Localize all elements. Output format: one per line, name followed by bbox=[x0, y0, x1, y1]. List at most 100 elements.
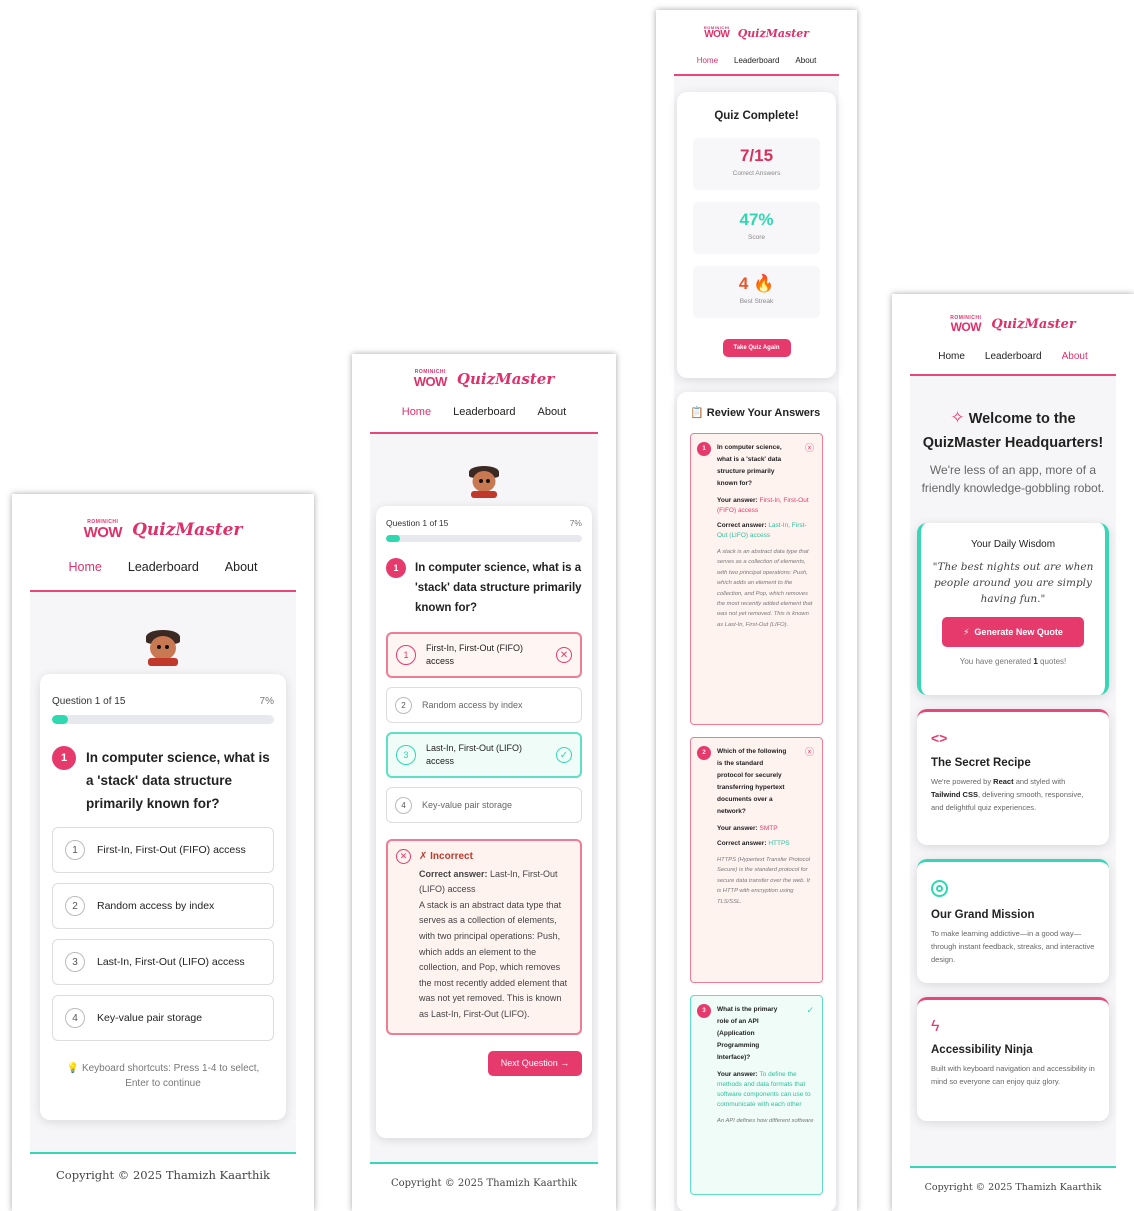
quizmaster-logo: QuizMaster bbox=[991, 317, 1076, 332]
option-4[interactable]: 4 Key-value pair storage bbox=[386, 787, 582, 823]
option-number: 2 bbox=[65, 896, 85, 916]
review-item-2: 2 Which of the following is the standard… bbox=[690, 737, 823, 983]
review-question: Which of the following is the standard p… bbox=[717, 748, 787, 815]
option-number: 3 bbox=[396, 745, 416, 765]
stat-correct-label: Correct Answers bbox=[732, 170, 781, 177]
option-3-correct[interactable]: 3 Last-In, First-Out (LIFO) access ✓ bbox=[386, 732, 582, 778]
quizmaster-logo: QuizMaster bbox=[132, 520, 243, 540]
question-card: Question 1 of 15 7% 1 In computer scienc… bbox=[40, 674, 286, 1120]
main-nav: Home Leaderboard About bbox=[656, 56, 857, 65]
option-text: Last-In, First-Out (LIFO) access bbox=[97, 956, 245, 968]
correct-answer-label: Correct answer: bbox=[717, 840, 767, 847]
footer-copyright: Copyright © 2025 Thamizh Kaarthik bbox=[56, 1168, 270, 1182]
feature-title: Accessibility Ninja bbox=[931, 1044, 1033, 1056]
wrong-x-icon: ⓧ bbox=[804, 443, 814, 453]
feature-text: Built with keyboard navigation and acces… bbox=[931, 1064, 1095, 1086]
brand-header[interactable]: ROMINICHI WOW QuizMaster bbox=[12, 519, 314, 541]
footer-copyright: Copyright © 2025 Thamizh Kaarthik bbox=[924, 1182, 1102, 1193]
your-answer-label: Your answer: bbox=[717, 1071, 758, 1078]
robot-mascot-icon bbox=[146, 630, 180, 668]
option-1-wrong[interactable]: 1 First-In, First-Out (FIFO) access ✕ bbox=[386, 632, 582, 678]
review-number: 2 bbox=[697, 746, 711, 760]
nav-about[interactable]: About bbox=[537, 406, 566, 418]
option-number: 1 bbox=[65, 840, 85, 860]
target-icon bbox=[931, 880, 948, 897]
wow-logo: ROMINICHI WOW bbox=[83, 519, 123, 541]
question-number-badge: 1 bbox=[52, 746, 76, 770]
footer-divider bbox=[370, 1162, 598, 1164]
welcome-tagline: We're less of an app, more of a friendly… bbox=[921, 463, 1105, 495]
option-3[interactable]: 3 Last-In, First-Out (LIFO) access bbox=[52, 939, 274, 985]
nav-leaderboard[interactable]: Leaderboard bbox=[128, 560, 199, 574]
option-4[interactable]: 4 Key-value pair storage bbox=[52, 995, 274, 1041]
question-row: 1 In computer science, what is a 'stack'… bbox=[386, 558, 582, 618]
wisdom-quote: "The best nights out are when people aro… bbox=[932, 561, 1094, 605]
nav-about[interactable]: About bbox=[225, 560, 258, 574]
option-number: 3 bbox=[65, 952, 85, 972]
footer-divider bbox=[910, 1166, 1116, 1168]
next-question-button[interactable]: Next Question → bbox=[488, 1050, 582, 1076]
option-1[interactable]: 1 First-In, First-Out (FIFO) access bbox=[52, 827, 274, 873]
brand-header[interactable]: ROMINICHI WOW QuizMaster bbox=[892, 315, 1134, 334]
progress-fill bbox=[52, 715, 68, 724]
nav-home[interactable]: Home bbox=[69, 560, 102, 574]
progress-label: Question 1 of 15 bbox=[52, 696, 126, 707]
review-number: 3 bbox=[697, 1004, 711, 1018]
review-question: In computer science, what is a 'stack' d… bbox=[717, 444, 782, 487]
option-2[interactable]: 2 Random access by index bbox=[386, 687, 582, 723]
nav-leaderboard[interactable]: Leaderboard bbox=[734, 56, 779, 65]
stat-score: 47% Score bbox=[693, 202, 820, 254]
wow-logo: ROMINICHI WOW bbox=[703, 25, 730, 40]
nav-home[interactable]: Home bbox=[402, 406, 431, 418]
stat-streak-label: Best Streak bbox=[739, 298, 774, 305]
error-circle-icon: ✕ bbox=[396, 849, 411, 864]
option-2[interactable]: 2 Random access by index bbox=[52, 883, 274, 929]
take-quiz-again-button[interactable]: Take Quiz Again bbox=[722, 339, 791, 357]
code-brackets-icon: <> bbox=[931, 730, 948, 746]
feature-card-accessibility: ϟ Accessibility Ninja Built with keyboar… bbox=[917, 997, 1109, 1121]
nav-leaderboard[interactable]: Leaderboard bbox=[985, 351, 1042, 362]
brand-header[interactable]: ROMINICHI WOW QuizMaster bbox=[656, 26, 857, 40]
stat-score-label: Score bbox=[748, 234, 765, 241]
option-text: Key-value pair storage bbox=[422, 800, 513, 810]
keyboard-hint: 💡 Keyboard shortcuts: Press 1-4 to selec… bbox=[66, 1063, 260, 1089]
nav-about[interactable]: About bbox=[795, 56, 816, 65]
question-number-badge: 1 bbox=[386, 558, 406, 578]
progress-bar bbox=[52, 715, 274, 724]
generated-count-text: You have generated 1 quotes! bbox=[959, 657, 1067, 666]
results-card: Quiz Complete! 7/15 Correct Answers 47% … bbox=[677, 92, 836, 378]
wrong-x-icon: ⓧ bbox=[804, 747, 814, 757]
wow-logo: ROMINICHI WOW bbox=[950, 315, 982, 334]
phone-about: ROMINICHI WOW QuizMaster Home Leaderboard… bbox=[892, 294, 1134, 1211]
wrong-x-icon: ✕ bbox=[556, 647, 572, 663]
generate-quote-button[interactable]: ⚡ Generate New Quote bbox=[942, 617, 1084, 647]
nav-leaderboard[interactable]: Leaderboard bbox=[453, 406, 515, 418]
feature-text: To make learning addictive—in a good way… bbox=[931, 929, 1095, 964]
feedback-panel: ✕ ✗ Incorrect Correct answer: Last-In, F… bbox=[386, 839, 582, 1035]
sparkles-icon: ✧ bbox=[950, 408, 965, 427]
correct-answer-label: Correct answer: bbox=[717, 522, 767, 529]
stat-streak: 4 🔥 Best Streak bbox=[693, 266, 820, 318]
footer-copyright: Copyright © 2025 Thamizh Kaarthik bbox=[390, 1178, 578, 1189]
stat-streak-value: 4 🔥 bbox=[738, 274, 775, 293]
main-area: Question 1 of 15 7% 1 In computer scienc… bbox=[30, 592, 296, 1152]
progress-fill bbox=[386, 535, 400, 542]
nav-home[interactable]: Home bbox=[697, 56, 718, 65]
progress-percent: 7% bbox=[569, 518, 582, 528]
footer-divider bbox=[30, 1152, 296, 1154]
generate-quote-label: Generate New Quote bbox=[974, 627, 1063, 637]
option-text: First-In, First-Out (FIFO) access bbox=[97, 844, 246, 856]
nav-about[interactable]: About bbox=[1062, 351, 1088, 362]
nav-home[interactable]: Home bbox=[938, 351, 965, 362]
wow-logo: ROMINICHI WOW bbox=[413, 369, 448, 389]
question-text: In computer science, what is a 'stack' d… bbox=[86, 750, 270, 811]
option-text: Key-value pair storage bbox=[97, 1012, 203, 1024]
option-number: 4 bbox=[395, 796, 412, 814]
brand-header[interactable]: ROMINICHI WOW QuizMaster bbox=[352, 369, 616, 389]
main-nav: Home Leaderboard About bbox=[352, 406, 616, 418]
options-list: 1 First-In, First-Out (FIFO) access 2 Rand… bbox=[52, 827, 274, 1041]
robot-mascot-icon bbox=[469, 466, 499, 500]
feature-title: Our Grand Mission bbox=[931, 909, 1035, 921]
review-explanation: HTTPS (Hypertext Transfer Protocol Secur… bbox=[717, 857, 810, 905]
phone-quiz-results: ROMINICHI WOW QuizMaster Home Leaderboard… bbox=[656, 10, 857, 1211]
